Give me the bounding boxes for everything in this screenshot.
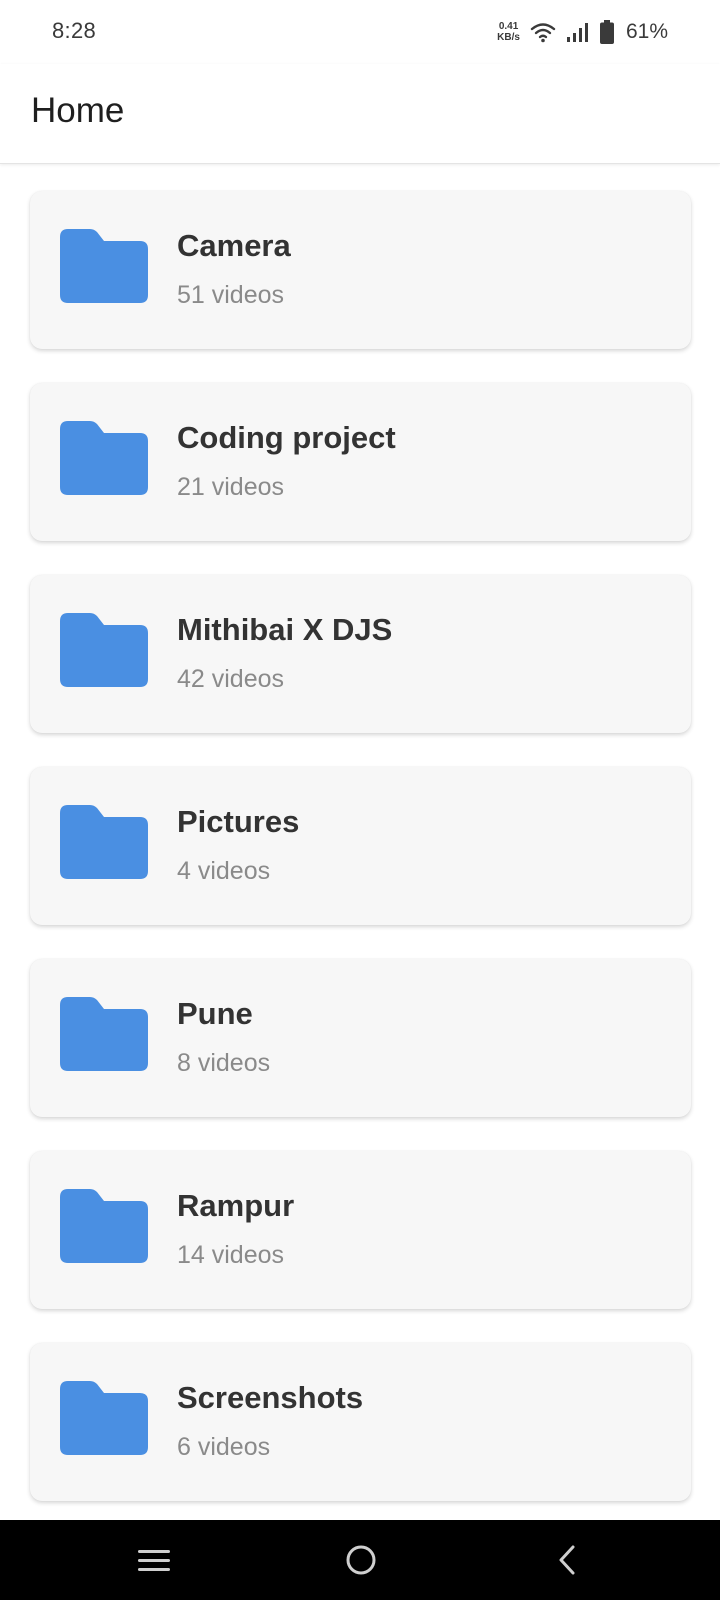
folder-list[interactable]: Camera 51 videos Coding project 21 video… xyxy=(0,165,720,1520)
folder-video-count: 8 videos xyxy=(177,1049,271,1077)
folder-name: Mithibai X DJS xyxy=(177,612,393,647)
folder-item[interactable]: Rampur 14 videos xyxy=(30,1151,691,1309)
folder-video-count: 14 videos xyxy=(177,1241,285,1269)
status-bar: 8:28 0.41 KB/s 61% xyxy=(0,0,720,64)
folder-item[interactable]: Mithibai X DJS 42 videos xyxy=(30,575,691,733)
folder-item[interactable]: Coding project 21 videos xyxy=(30,383,691,541)
folder-icon xyxy=(60,229,148,303)
folder-name: Pune xyxy=(177,996,253,1031)
folder-name: Screenshots xyxy=(177,1380,364,1415)
folder-name: Pictures xyxy=(177,804,300,839)
folder-video-count: 51 videos xyxy=(177,281,285,309)
folder-name: Coding project xyxy=(177,420,396,455)
folder-video-count: 4 videos xyxy=(177,857,271,885)
folder-item[interactable]: Pune 8 videos xyxy=(30,959,691,1117)
folder-item[interactable]: Camera 51 videos xyxy=(30,191,691,349)
folder-name: Rampur xyxy=(177,1188,295,1223)
wifi-icon xyxy=(530,23,556,43)
system-nav-bar xyxy=(0,1520,720,1600)
folder-icon xyxy=(60,613,148,687)
network-speed: 0.41 KB/s xyxy=(497,21,520,43)
folder-icon xyxy=(60,1189,148,1263)
status-icons: 0.41 KB/s 61% xyxy=(497,14,668,50)
folder-icon xyxy=(60,421,148,495)
page-title: Home xyxy=(31,91,125,130)
folder-item[interactable]: Screenshots 6 videos xyxy=(30,1343,691,1501)
home-icon[interactable] xyxy=(341,1540,381,1580)
network-speed-unit: KB/s xyxy=(497,32,520,43)
folder-icon xyxy=(60,1381,148,1455)
folder-icon xyxy=(60,805,148,879)
folder-video-count: 42 videos xyxy=(177,665,285,693)
battery-icon xyxy=(599,20,614,44)
signal-icon xyxy=(566,23,588,42)
menu-icon[interactable] xyxy=(134,1540,174,1580)
folder-item[interactable]: Pictures 4 videos xyxy=(30,767,691,925)
app-bar: Home xyxy=(0,64,720,164)
back-icon[interactable] xyxy=(548,1540,588,1580)
folder-video-count: 6 videos xyxy=(177,1433,271,1461)
folder-icon xyxy=(60,997,148,1071)
network-speed-value: 0.41 xyxy=(498,21,519,32)
status-time: 8:28 xyxy=(52,18,97,43)
battery-percent: 61% xyxy=(625,20,668,43)
folder-video-count: 21 videos xyxy=(177,473,285,501)
folder-name: Camera xyxy=(177,228,291,263)
